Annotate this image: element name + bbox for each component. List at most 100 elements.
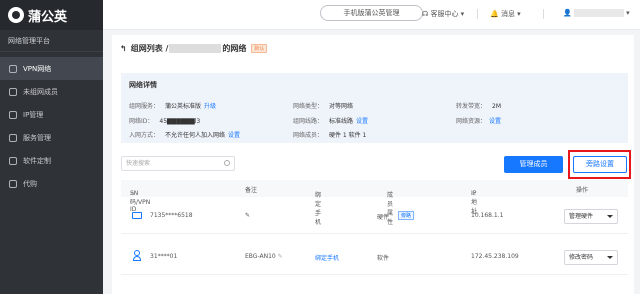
manage-hardware-select[interactable]: 管理硬件 [564, 209, 618, 224]
user-icon [133, 250, 141, 262]
line-settings-link[interactable]: 设置 [356, 118, 368, 125]
table-row: 31****01 EBG-AN10 ✎ 绑定手机 软件 172.45.238.1… [121, 239, 628, 275]
change-password-select[interactable]: 修改密码 [564, 250, 618, 265]
sidebar-item-label: 服务管理 [23, 133, 51, 142]
detail-resources: 网络资源： 设置 [456, 116, 501, 125]
select-label: 管理硬件 [569, 213, 594, 220]
row-ip: 172.45.238.109 [471, 253, 519, 260]
sidebar-item-label: 代购 [23, 179, 37, 188]
highlight-box [568, 150, 631, 179]
chevron-down-icon: ▾ [458, 10, 465, 18]
sort-icon[interactable]: ⇆ [387, 190, 392, 197]
row-id: 7135****6518 [150, 212, 193, 219]
logo-text: 蒲公英 [28, 9, 68, 25]
back-arrow-icon[interactable]: ↰ [120, 44, 127, 53]
member-icon [9, 87, 17, 96]
help-center-label: 客服中心 [430, 10, 459, 18]
detail-value: 对等网络 [329, 103, 354, 110]
sidebar: 蒲公英 网络管理平台 VPN网络 未组网成员 IP管理 服务管理 软件定制 代购 [0, 0, 103, 294]
main-card: ↰ 组网列表 / 的网络 默认 网络详情 组网服务： 蒲公英标准版 升级 网络类型：… [112, 35, 634, 294]
dandelion-logo-icon [8, 7, 24, 23]
vpn-icon [9, 64, 17, 73]
table-row: 7135****6518 ✎ - 硬件 旁路 10.168.1.1 管理硬件 [121, 198, 628, 234]
edit-note-icon[interactable]: ✎ [276, 253, 283, 260]
upgrade-link[interactable]: 升级 [204, 103, 216, 110]
sort-icon[interactable]: ⇆ [315, 190, 320, 197]
sidebar-item-purchase[interactable]: 代购 [0, 172, 103, 195]
sidebar-item-ip[interactable]: IP管理 [0, 103, 103, 126]
messages-label: 消息 [500, 10, 515, 18]
topbar: 手机版蒲公英管理 ☊ 客服中心 ▾ 🔔 消息 ▾ 👤 ▾ [103, 0, 640, 30]
account-menu[interactable]: 👤 ▾ [563, 9, 630, 17]
bind-phone-link[interactable]: 绑定手机 [315, 253, 339, 262]
messages-link[interactable]: 🔔 消息 ▾ [490, 9, 521, 19]
title-suffix: 的网络 [222, 44, 247, 53]
row-attr: 软件 [377, 255, 390, 262]
col-action: 操作 [576, 187, 589, 194]
bypass-tag: 旁路 [398, 211, 415, 220]
sidebar-item-service[interactable]: 服务管理 [0, 126, 103, 149]
detail-label: 网络成员： [293, 132, 324, 139]
detail-network-type: 网络类型： 对等网络 [293, 101, 353, 110]
sort-icon[interactable]: ⇆ [471, 190, 476, 197]
user-icon: 👤 [563, 9, 574, 17]
detail-label: 网络类型： [293, 103, 324, 110]
search-placeholder: 快速搜索 [126, 160, 151, 167]
row-note: EBG-AN10 ✎ [245, 253, 283, 260]
detail-label: 入网方式： [129, 132, 160, 139]
detail-label: 组网线路： [293, 118, 324, 125]
sidebar-item-label: 软件定制 [23, 156, 51, 165]
masked-account-name [573, 9, 624, 17]
divider [477, 9, 478, 19]
sidebar-item-label: VPN网络 [23, 64, 52, 73]
breadcrumb-parent[interactable]: 组网列表 / [131, 43, 169, 54]
detail-label: 网络资源： [456, 118, 487, 125]
chevron-down-icon: ▾ [623, 9, 630, 17]
software-icon [9, 156, 17, 165]
edit-note-icon[interactable]: ✎ [245, 212, 250, 219]
detail-label: 网络ID： [129, 118, 154, 125]
sidebar-item-label: 未组网成员 [23, 87, 58, 96]
resources-settings-link[interactable]: 设置 [489, 118, 501, 125]
search-input[interactable]: 快速搜索 [121, 156, 235, 171]
search-icon[interactable] [224, 160, 230, 166]
sidebar-item-software[interactable]: 软件定制 [0, 149, 103, 172]
table-header: SN码/VPN ID ⇆ 备注 绑定手机 ⇆ 成员属性 ⇆ IP地址 ⇆ 操作 [121, 180, 628, 226]
caret-down-icon [607, 256, 613, 259]
manage-members-button[interactable]: 管理成员 [504, 156, 563, 173]
row-ip: 10.168.1.1 [471, 212, 504, 219]
logo[interactable]: 蒲公英 [0, 0, 103, 30]
detail-members: 网络成员： 硬件 1 软件 1 [293, 130, 366, 139]
detail-value: 蒲公英标准版 [165, 103, 202, 110]
detail-label: 组网服务： [129, 103, 160, 110]
mobile-manage-button[interactable]: 手机版蒲公英管理 [320, 5, 423, 21]
detail-value: 不允许任何人加入网络 [165, 132, 226, 139]
join-settings-link[interactable]: 设置 [228, 132, 240, 139]
detail-service: 组网服务： 蒲公英标准版 升级 [129, 101, 216, 110]
purchase-icon [9, 179, 17, 188]
row-phone: - [315, 212, 318, 219]
caret-down-icon [607, 215, 613, 218]
detail-value: 45▇▇▇▇▇▇l3 [159, 118, 201, 125]
sidebar-item-unjoined[interactable]: 未组网成员 [0, 80, 103, 103]
sidebar-item-label: IP管理 [23, 110, 44, 119]
row-note-text: EBG-AN10 [245, 253, 276, 260]
sort-icon[interactable]: ⇆ [130, 190, 135, 197]
masked-network-name [169, 44, 222, 53]
bell-icon: 🔔 [490, 10, 501, 18]
service-icon [9, 133, 17, 142]
detail-value: 2M [492, 103, 502, 110]
col-note: 备注 [245, 187, 258, 194]
detail-label: 转发带宽： [456, 103, 487, 110]
router-icon [132, 212, 142, 219]
detail-line: 组网线路： 标准线路 设置 [293, 116, 368, 125]
select-label: 修改密码 [569, 254, 594, 261]
ip-icon [9, 110, 17, 119]
network-details-panel: 网络详情 组网服务： 蒲公英标准版 升级 网络类型： 对等网络 转发带宽： 2M 网络I… [121, 73, 628, 143]
help-center-link[interactable]: ☊ 客服中心 ▾ [422, 9, 464, 19]
detail-bandwidth: 转发带宽： 2M [456, 101, 501, 110]
detail-value: 标准线路 [329, 118, 354, 125]
chevron-down-icon: ▾ [514, 10, 521, 18]
divider [543, 9, 544, 19]
sidebar-item-vpn[interactable]: VPN网络 [0, 57, 103, 80]
